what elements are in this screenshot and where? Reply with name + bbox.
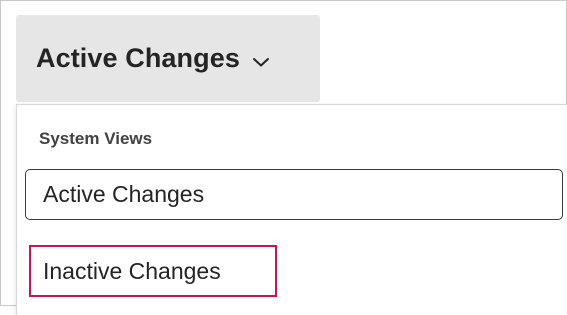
- section-header-system-views: System Views: [39, 129, 153, 148]
- view-selector-label: Active Changes: [36, 43, 240, 73]
- menu-item-inactive-changes[interactable]: Inactive Changes: [29, 245, 277, 297]
- screenshot-frame: Active Changes System Views Active Chang…: [0, 0, 567, 315]
- view-selector-button[interactable]: Active Changes: [16, 15, 320, 102]
- menu-item-label: Active Changes: [43, 181, 205, 207]
- view-dropdown-menu: System Views Active Changes Inactive Cha…: [16, 104, 567, 315]
- menu-item-label: Inactive Changes: [43, 257, 221, 284]
- menu-item-active-changes[interactable]: Active Changes: [25, 169, 563, 220]
- chevron-down-icon: [252, 55, 270, 67]
